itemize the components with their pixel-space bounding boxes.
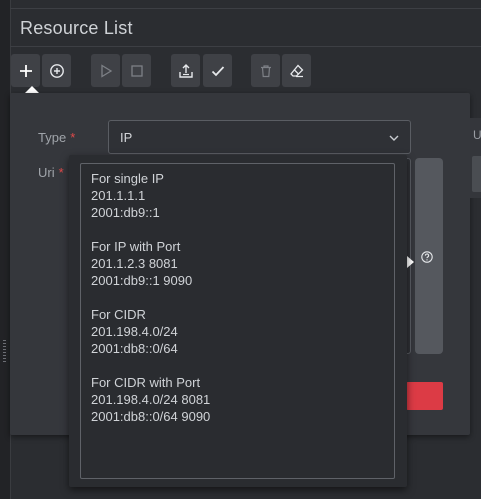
type-label-text: Type [38,130,67,145]
required-mark: * [58,165,64,180]
right-panel-input[interactable] [472,156,481,192]
delete-button[interactable] [251,54,280,87]
stop-icon [130,64,143,77]
type-label: Type * [38,130,75,145]
import-button[interactable] [171,54,200,87]
check-icon [211,65,224,76]
stop-button[interactable] [122,54,151,87]
help-circle-icon[interactable] [421,251,433,263]
top-divider [10,8,481,9]
type-select[interactable]: IP [108,120,411,154]
right-panel-label: U [473,128,481,142]
danger-button[interactable] [406,382,443,410]
eraser-icon [289,64,303,77]
import-tray-icon [178,63,193,78]
add-circle-button[interactable] [42,54,71,87]
page-title: Resource List [20,18,133,38]
uri-label-text: Uri [38,165,55,180]
uri-format-tooltip: For single IP 201.1.1.1 2001:db9::1 For … [69,155,407,487]
title-divider [10,46,481,47]
play-icon [100,63,112,78]
tooltip-text: For single IP 201.1.1.1 2001:db9::1 For … [91,171,211,424]
confirm-button[interactable] [203,54,232,87]
tooltip-pointer [407,256,414,268]
required-mark: * [70,130,76,145]
tooltip-content-box: For single IP 201.1.1.1 2001:db9::1 For … [80,163,395,479]
resize-grip-icon[interactable] [3,340,6,364]
erase-button[interactable] [282,54,311,87]
plus-icon [19,64,32,77]
uri-label: Uri * [38,165,64,180]
type-select-value: IP [120,130,133,145]
start-button[interactable] [91,54,120,87]
chevron-down-icon [389,135,399,141]
active-caret [25,86,39,93]
plus-circle-icon [49,63,64,78]
trash-icon [260,64,271,77]
add-button[interactable] [11,54,40,87]
